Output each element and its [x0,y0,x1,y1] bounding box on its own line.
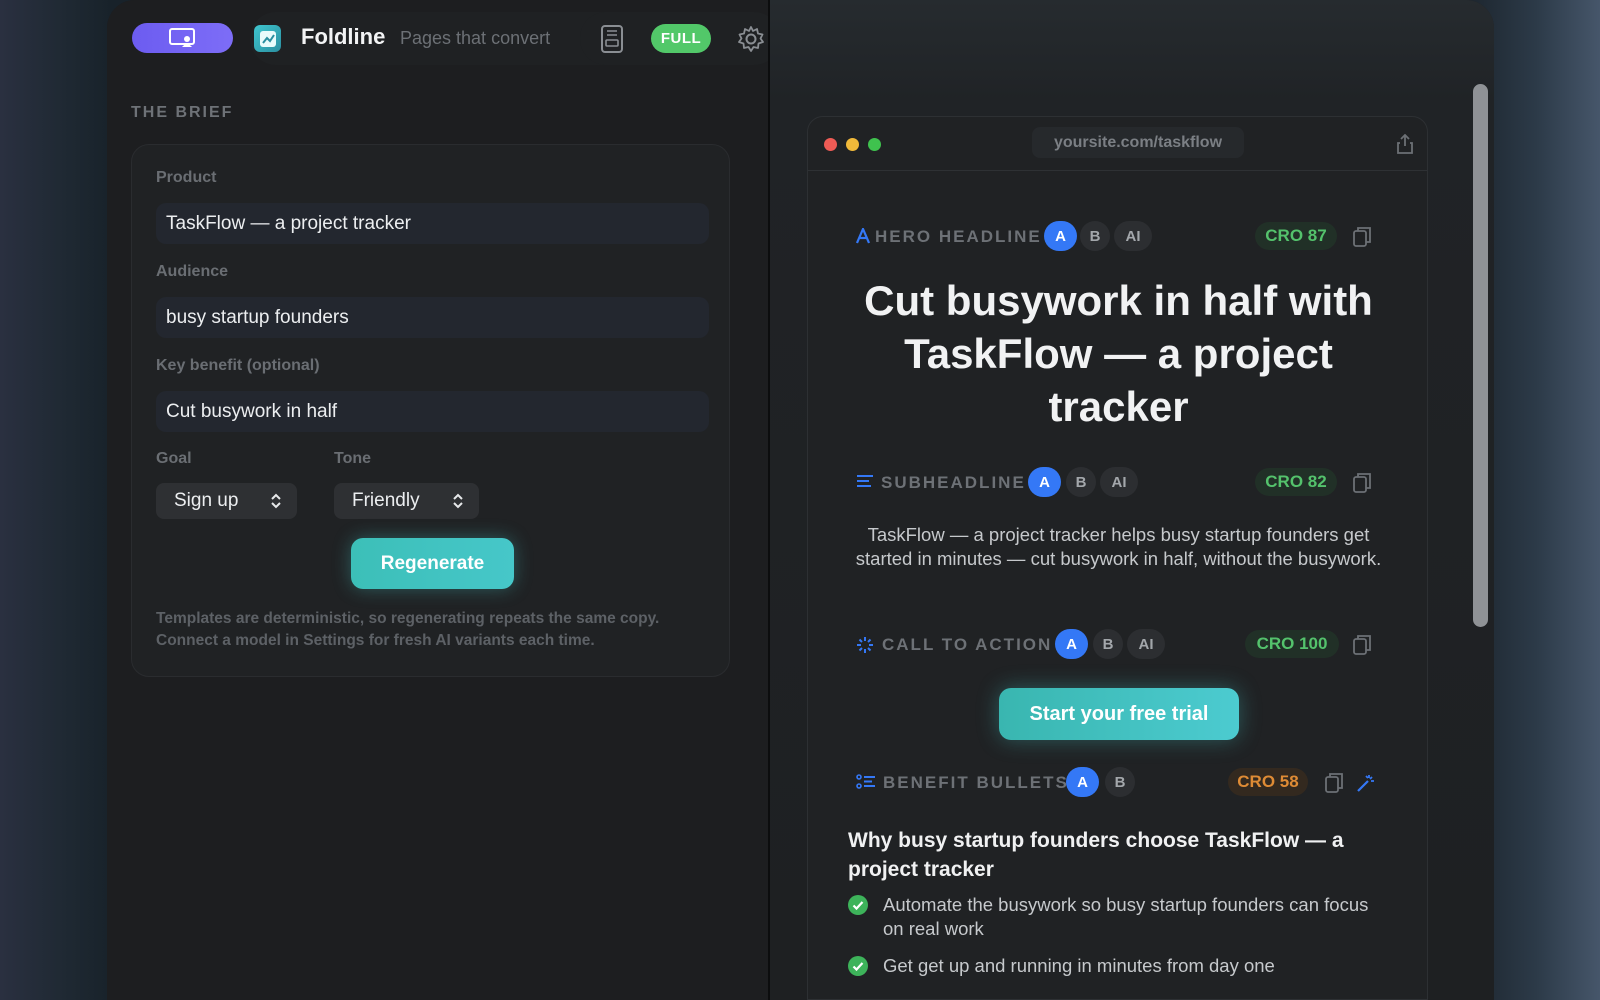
benefits-section-title: BENEFIT BULLETS [883,773,1069,792]
benefits-heading: Why busy startup founders choose TaskFlo… [848,829,1344,881]
preview-mode-toggle[interactable] [132,23,233,53]
goal-label: Goal [156,450,192,467]
magic-wand-icon[interactable] [1356,773,1376,793]
minimize-dot[interactable] [846,138,859,151]
sparkle-icon [857,637,873,653]
variant-a-chip[interactable]: A [1028,467,1061,497]
cro-score-badge: CRO 87 [1255,222,1337,250]
preview-scrollbar[interactable] [1473,84,1488,627]
variant-a-chip[interactable]: A [1044,221,1077,251]
tone-select[interactable]: Friendly [334,483,479,519]
variant-b-chip[interactable]: B [1105,767,1135,797]
variant-b-chip[interactable]: B [1080,221,1110,251]
hero-headline: Cut busywork in half with TaskFlow — a p… [864,277,1373,430]
benefit-input[interactable]: Cut busywork in half [156,391,709,432]
benefit-bullet-text: Automate the busywork so busy startup fo… [883,894,1369,939]
audience-label: Audience [156,263,229,280]
copy-icon[interactable] [1325,772,1343,794]
hero-section-title: HERO HEADLINE [875,227,1042,246]
presentation-icon [168,28,195,47]
cro-score-badge: CRO 100 [1245,630,1339,658]
tone-label: Tone [334,450,372,467]
benefit-bullet-text: Get get up and running in minutes from d… [883,955,1275,976]
variant-a-chip[interactable]: A [1055,629,1088,659]
cro-score-badge: CRO 58 [1228,768,1308,796]
plan-badge[interactable]: FULL [651,24,711,53]
share-icon[interactable] [1397,134,1413,154]
copy-icon[interactable] [1353,472,1371,494]
page-preview: yoursite.com/taskflow HERO HEADLINE A B … [807,116,1428,1000]
copy-icon[interactable] [1353,634,1371,656]
cta-section-title: CALL TO ACTION [882,635,1053,654]
chevron-updown-icon [271,493,281,509]
templates-note: Templates are deterministic, so regenera… [156,610,660,649]
text-lines-icon [857,475,873,487]
zoom-dot[interactable] [868,138,881,151]
audience-input[interactable]: busy startup founders [156,297,709,338]
variant-b-chip[interactable]: B [1066,467,1096,497]
close-dot[interactable] [824,138,837,151]
benefit-label: Key benefit (optional) [156,357,320,374]
product-label: Product [156,169,217,186]
brief-pane: THE BRIEF Product TaskFlow — a project t… [107,0,780,1000]
copy-icon[interactable] [1353,226,1371,248]
url-bar[interactable]: yoursite.com/taskflow [1032,127,1244,158]
list-icon [856,774,875,789]
export-icon[interactable] [600,25,624,53]
preview-titlebar: yoursite.com/taskflow [808,117,1427,171]
app-tagline: Pages that convert [400,28,551,48]
goal-value: Sign up [174,490,239,511]
section-title: THE BRIEF [131,104,234,121]
headline-icon [856,228,870,244]
tone-value: Friendly [352,490,420,511]
cro-score-badge: CRO 82 [1255,468,1337,496]
app-name: Foldline [301,24,386,49]
check-circle-icon [848,895,868,915]
hero-section-header: HERO HEADLINE A B AI CRO 87 [808,221,1427,251]
subheadline-text: TaskFlow — a project tracker helps busy … [855,524,1382,569]
regenerate-button[interactable]: Regenerate [351,538,514,589]
subheadline-section-title: SUBHEADLINE [881,473,1026,492]
check-circle-icon [848,956,868,976]
benefits-section-header: BENEFIT BULLETS A B CRO 58 [808,767,1427,797]
brief-card: Product TaskFlow — a project tracker Aud… [131,144,730,677]
gear-icon[interactable] [737,25,765,53]
cta-button[interactable]: Start your free trial [999,688,1239,740]
cta-section-header: CALL TO ACTION A B AI CRO 100 [808,629,1427,659]
variant-ai-chip[interactable]: AI [1127,629,1165,659]
app-logo-icon [254,25,281,52]
variant-b-chip[interactable]: B [1093,629,1123,659]
subheadline-section-header: SUBHEADLINE A B AI CRO 82 [808,467,1427,497]
variant-a-chip[interactable]: A [1066,767,1099,797]
goal-select[interactable]: Sign up [156,483,297,519]
chevron-updown-icon [453,493,463,509]
variant-ai-chip[interactable]: AI [1100,467,1138,497]
variant-ai-chip[interactable]: AI [1114,221,1152,251]
product-input[interactable]: TaskFlow — a project tracker [156,203,709,244]
